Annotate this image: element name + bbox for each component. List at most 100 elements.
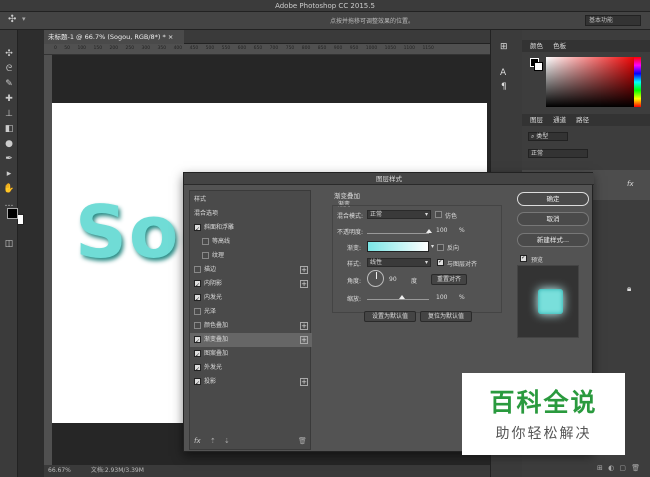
checkbox[interactable] (194, 293, 201, 307)
gradient-swatch[interactable] (367, 241, 429, 252)
add-icon[interactable]: + (300, 280, 308, 288)
dither-checkbox[interactable] (435, 211, 442, 218)
reset-default-button[interactable]: 复位为默认值 (420, 311, 472, 322)
quick-mask-icon[interactable]: ◫ (3, 238, 15, 250)
cancel-button[interactable]: 取消 (517, 212, 589, 226)
scale-slider-track[interactable] (367, 299, 429, 300)
checkbox[interactable] (194, 335, 201, 349)
style-label: 样式: (347, 261, 362, 268)
preview-checkbox[interactable] (520, 254, 527, 262)
foreground-color-swatch[interactable] (7, 208, 18, 219)
add-icon[interactable]: + (300, 378, 308, 386)
add-icon[interactable]: + (300, 336, 308, 344)
chevron-down-icon[interactable]: ▾ (22, 15, 26, 23)
checkbox[interactable] (194, 279, 201, 293)
trash-icon[interactable]: 🗑︎ (298, 437, 307, 445)
move-tool-icon[interactable]: ✣ (8, 14, 16, 25)
scale-value[interactable]: 100 (436, 294, 447, 301)
stamp-tool-icon[interactable]: ⊥ (3, 108, 15, 120)
style-item-drop-shadow[interactable]: 投影 + (190, 375, 312, 391)
style-item-stroke[interactable]: 描边 + (190, 263, 312, 277)
style-item-bevel[interactable]: 斜面和浮雕 (190, 221, 312, 237)
ok-button[interactable]: 确定 (517, 192, 589, 206)
checkbox[interactable] (194, 377, 201, 391)
zoom-level[interactable]: 66.67% (48, 467, 71, 474)
status-bar: 66.67% 文档:2.93M/3.39M (44, 465, 490, 477)
toolbar: ✣ ᘓ ✎ ✚ ⊥ ◧ ● ✒ ▸ ✋ … ◫ (0, 30, 24, 477)
eraser-tool-icon[interactable]: ◧ (3, 123, 15, 135)
style-item-texture[interactable]: 纹理 (190, 249, 312, 263)
style-item-gradient-overlay[interactable]: 渐变叠加 + (190, 333, 312, 349)
paragraph-icon[interactable]: ¶ (501, 82, 507, 92)
tab-paths[interactable]: 路径 (576, 116, 589, 124)
workspace-select[interactable]: 基本功能 (585, 15, 641, 26)
path-select-icon[interactable]: ▸ (3, 168, 15, 180)
blend-mode-select[interactable]: 正常 ▾ (367, 210, 431, 219)
pen-tool-icon[interactable]: ✒ (3, 153, 15, 165)
checkbox[interactable] (194, 363, 201, 377)
tab-channels[interactable]: 通道 (553, 116, 566, 124)
color-picker-field[interactable] (546, 57, 636, 107)
gradient-overlay-settings: 渐变 混合模式: 正常 ▾ 仿色 不透明度: 100 % 渐变: ▾ 反向 样式:… (332, 190, 506, 320)
checkbox[interactable] (202, 252, 209, 259)
options-hint: 点按并拖移可调整效果的位置。 (330, 18, 415, 25)
angle-value[interactable]: 90 (389, 276, 397, 283)
character-icon[interactable]: A (500, 68, 506, 78)
add-icon[interactable]: + (300, 266, 308, 274)
layer-blend-mode[interactable]: 正常 (528, 149, 588, 158)
tab-color[interactable]: 颜色 (530, 42, 543, 50)
angle-dial[interactable] (367, 270, 384, 287)
reset-alignment-button[interactable]: 重置对齐 (431, 274, 467, 285)
layer-kind-filter[interactable]: ⌕ 类型 (528, 132, 568, 141)
hand-tool-icon[interactable]: ✋ (3, 183, 15, 195)
move-tool-icon[interactable]: ✣ (3, 48, 15, 60)
add-icon[interactable]: + (300, 322, 308, 330)
chevron-down-icon[interactable]: ▾ (431, 243, 434, 250)
tab-layers[interactable]: 图层 (530, 116, 543, 124)
style-item-label: 等高线 (212, 238, 231, 245)
style-list-header[interactable]: 样式 (190, 193, 312, 207)
style-item-satin[interactable]: 光泽 (190, 305, 312, 319)
style-select[interactable]: 线性 ▾ (367, 258, 431, 267)
opacity-slider-knob[interactable] (426, 229, 432, 233)
new-style-button[interactable]: 新建样式... (517, 233, 589, 247)
gradient-group: 混合模式: 正常 ▾ 仿色 不透明度: 100 % 渐变: ▾ 反向 样式: 线性… (332, 205, 502, 313)
align-checkbox[interactable] (437, 258, 444, 266)
checkbox[interactable] (202, 238, 209, 245)
style-item-inner-shadow[interactable]: 内阴影 + (190, 277, 312, 293)
opacity-slider-track[interactable] (367, 233, 429, 234)
blend-options-item[interactable]: 混合选项 (190, 207, 312, 221)
move-up-icon[interactable]: ⇡ (210, 437, 216, 445)
style-item-label: 光泽 (204, 308, 217, 315)
move-down-icon[interactable]: ⇣ (224, 437, 230, 445)
fx-menu-icon[interactable]: fx (194, 437, 201, 445)
checkbox[interactable] (194, 349, 201, 363)
brush-tool-icon[interactable]: ✎ (3, 78, 15, 90)
set-default-button[interactable]: 设置为默认值 (364, 311, 416, 322)
blur-tool-icon[interactable]: ● (3, 138, 15, 150)
tab-swatches[interactable]: 色板 (553, 42, 566, 50)
checkbox[interactable] (194, 266, 201, 273)
scale-slider-knob[interactable] (399, 295, 405, 299)
history-icon[interactable]: ⊞ (500, 42, 508, 52)
healing-tool-icon[interactable]: ✚ (3, 93, 15, 105)
reverse-checkbox[interactable] (437, 244, 444, 251)
style-item-pattern-overlay[interactable]: 图案叠加 (190, 347, 312, 363)
style-item-contour[interactable]: 等高线 (190, 235, 312, 249)
opacity-value[interactable]: 100 (436, 227, 447, 234)
checkbox[interactable] (194, 223, 201, 237)
style-item-label: 外发光 (204, 364, 223, 371)
style-item-inner-glow[interactable]: 内发光 (190, 291, 312, 307)
document-tab[interactable]: 未标题-1 @ 66.7% (Sogou, RGB/8*) * × (44, 30, 184, 44)
close-icon[interactable]: × (168, 33, 173, 41)
layer-actions[interactable]: ⊞ ◐ ▢ 🗑︎ (597, 464, 640, 472)
chevron-down-icon: ▾ (424, 211, 428, 218)
style-item-color-overlay[interactable]: 颜色叠加 + (190, 319, 312, 333)
lasso-tool-icon[interactable]: ᘓ (3, 63, 15, 75)
style-item-outer-glow[interactable]: 外发光 (190, 361, 312, 377)
color-panel-background[interactable] (534, 62, 543, 71)
style-item-label: 渐变叠加 (204, 336, 229, 343)
checkbox[interactable] (194, 308, 201, 315)
hue-slider[interactable] (634, 57, 641, 107)
checkbox[interactable] (194, 322, 201, 329)
